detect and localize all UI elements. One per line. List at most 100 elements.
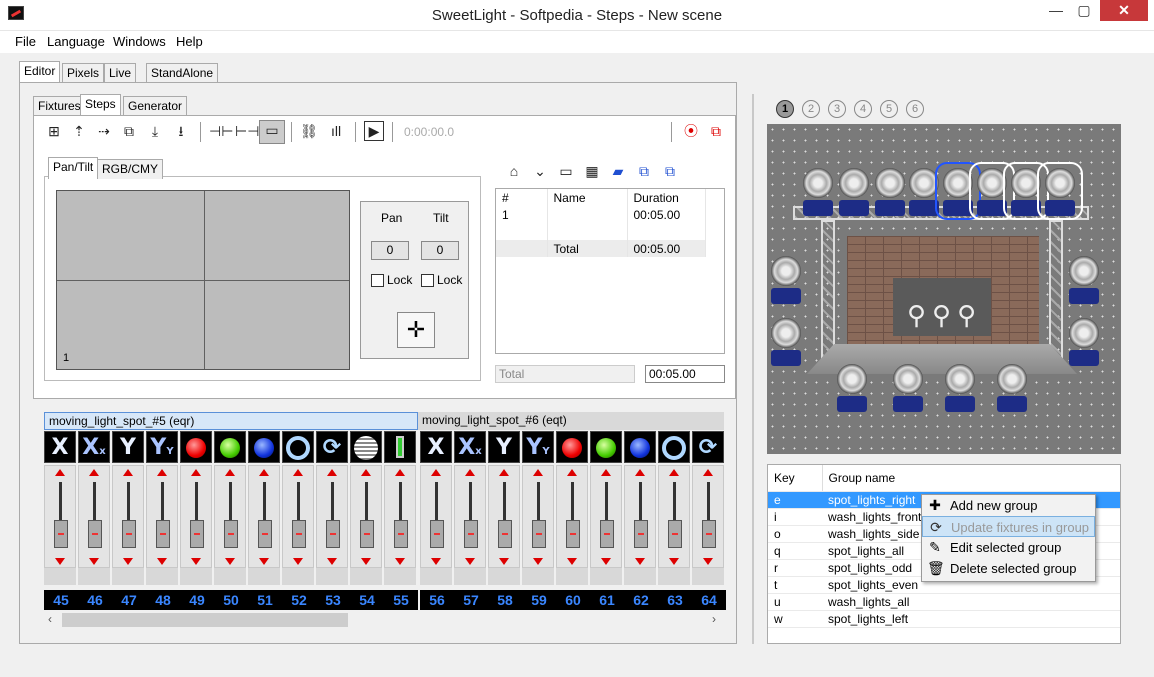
fader-down-icon[interactable] — [259, 558, 269, 565]
fader-down-icon[interactable] — [635, 558, 645, 565]
split-icon[interactable]: ⊣⊢ — [209, 122, 233, 140]
scroll-left-icon[interactable]: ‹ — [48, 612, 52, 626]
play-icon[interactable]: ▶ — [364, 121, 384, 141]
fader-up-icon[interactable] — [395, 469, 405, 476]
stage-view[interactable]: ⚲⚲⚲ — [767, 124, 1121, 454]
tab-editor[interactable]: Editor — [19, 61, 61, 83]
fader-up-icon[interactable] — [431, 469, 441, 476]
import-icon[interactable]: ⤓ — [146, 122, 164, 140]
scene-button-2[interactable]: 2 — [802, 100, 820, 118]
fader-knob[interactable] — [668, 520, 682, 548]
menu-delete-group[interactable]: 🗑 Delete selected group — [922, 558, 1095, 579]
channel-X-icon[interactable]: X — [44, 431, 76, 463]
fader-down-icon[interactable] — [703, 558, 713, 565]
fader[interactable] — [214, 465, 246, 568]
channel-blue-icon[interactable] — [248, 431, 280, 463]
fader-knob[interactable] — [88, 520, 102, 548]
channel-green-icon[interactable] — [214, 431, 246, 463]
fader[interactable] — [316, 465, 348, 568]
fixture-light[interactable] — [1063, 252, 1105, 306]
sound-icon[interactable]: ıll — [327, 122, 345, 140]
pan-lock-checkbox[interactable] — [371, 274, 384, 287]
fader-knob[interactable] — [394, 520, 408, 548]
tab-steps[interactable]: Steps — [80, 94, 121, 116]
menu-file[interactable]: File — [15, 34, 36, 49]
fader-down-icon[interactable] — [499, 558, 509, 565]
fader-knob[interactable] — [224, 520, 238, 548]
fader-up-icon[interactable] — [361, 469, 371, 476]
close-button[interactable]: ✕ — [1100, 0, 1148, 21]
fader-up-icon[interactable] — [703, 469, 713, 476]
fader-knob[interactable] — [360, 520, 374, 548]
scroll-thumb[interactable] — [62, 613, 348, 627]
fader-down-icon[interactable] — [225, 558, 235, 565]
fader-up-icon[interactable] — [567, 469, 577, 476]
channel-Yy-icon[interactable]: YY — [522, 431, 554, 463]
link-icon[interactable]: ⛓ — [300, 122, 318, 140]
fixture-light[interactable] — [765, 314, 807, 368]
tab-standalone[interactable]: StandAlone — [146, 63, 219, 83]
fader-up-icon[interactable] — [259, 469, 269, 476]
maximize-button[interactable]: ▢ — [1071, 0, 1097, 21]
append-step-icon[interactable]: ⇢ — [95, 122, 113, 140]
fixture-light[interactable] — [887, 360, 929, 414]
fixture-light[interactable] — [765, 252, 807, 306]
fader-down-icon[interactable] — [533, 558, 543, 565]
scene-button-1[interactable]: 1 — [776, 100, 794, 118]
move-bottom-icon[interactable]: ⌄ — [531, 162, 549, 180]
channel-battery-icon[interactable] — [384, 431, 416, 463]
channel-ring-icon[interactable] — [658, 431, 690, 463]
menu-edit-group[interactable]: ✎ Edit selected group — [922, 537, 1095, 558]
fader[interactable] — [350, 465, 382, 568]
fader[interactable] — [384, 465, 416, 568]
fader[interactable] — [522, 465, 554, 568]
scene-button-5[interactable]: 5 — [880, 100, 898, 118]
fader-knob[interactable] — [566, 520, 580, 548]
menu-language[interactable]: Language — [47, 34, 105, 49]
window-icon[interactable]: ⧉ — [707, 122, 725, 140]
fader-knob[interactable] — [190, 520, 204, 548]
fader-up-icon[interactable] — [89, 469, 99, 476]
fader-up-icon[interactable] — [601, 469, 611, 476]
fader-down-icon[interactable] — [601, 558, 611, 565]
add-layer-icon[interactable]: ⧉ — [635, 162, 653, 180]
channel-Y-icon[interactable]: Y — [112, 431, 144, 463]
fader[interactable] — [692, 465, 724, 568]
new-step-icon[interactable]: ⊞ — [45, 122, 63, 140]
fader-down-icon[interactable] — [89, 558, 99, 565]
channel-X-icon[interactable]: X — [420, 431, 452, 463]
tab-live[interactable]: Live — [104, 63, 137, 83]
fader-down-icon[interactable] — [327, 558, 337, 565]
fader[interactable] — [624, 465, 656, 568]
fader[interactable] — [488, 465, 520, 568]
fader-up-icon[interactable] — [669, 469, 679, 476]
table-row[interactable]: w spot_lights_left — [768, 610, 1120, 628]
fader-down-icon[interactable] — [431, 558, 441, 565]
grid-icon[interactable]: ▦ — [583, 162, 601, 180]
tab-fixtures[interactable]: Fixtures — [33, 96, 86, 116]
fader-down-icon[interactable] — [157, 558, 167, 565]
splitter[interactable] — [752, 94, 754, 644]
fader-up-icon[interactable] — [123, 469, 133, 476]
menu-windows[interactable]: Windows — [113, 34, 166, 49]
insert-step-icon[interactable]: ⇡ — [70, 122, 88, 140]
channels-scrollbar[interactable]: ‹ › — [44, 612, 724, 628]
channel-ring-icon[interactable] — [282, 431, 314, 463]
fader-up-icon[interactable] — [157, 469, 167, 476]
channel-Xx-icon[interactable]: Xx — [78, 431, 110, 463]
channel-rotate-icon[interactable]: ⟳ — [316, 431, 348, 463]
fader[interactable] — [146, 465, 178, 568]
fader-knob[interactable] — [634, 520, 648, 548]
fader-knob[interactable] — [292, 520, 306, 548]
export-icon[interactable]: ⭳ — [172, 122, 190, 140]
fader[interactable] — [454, 465, 486, 568]
fader-knob[interactable] — [326, 520, 340, 548]
channel-Y-icon[interactable]: Y — [488, 431, 520, 463]
fader-down-icon[interactable] — [55, 558, 65, 565]
fader-knob[interactable] — [54, 520, 68, 548]
fixture-header-5[interactable]: moving_light_spot_#5 (eqr) — [44, 412, 418, 430]
layer-icon[interactable]: ▰ — [609, 162, 627, 180]
fader-knob[interactable] — [464, 520, 478, 548]
fader-knob[interactable] — [122, 520, 136, 548]
fader[interactable] — [282, 465, 314, 568]
